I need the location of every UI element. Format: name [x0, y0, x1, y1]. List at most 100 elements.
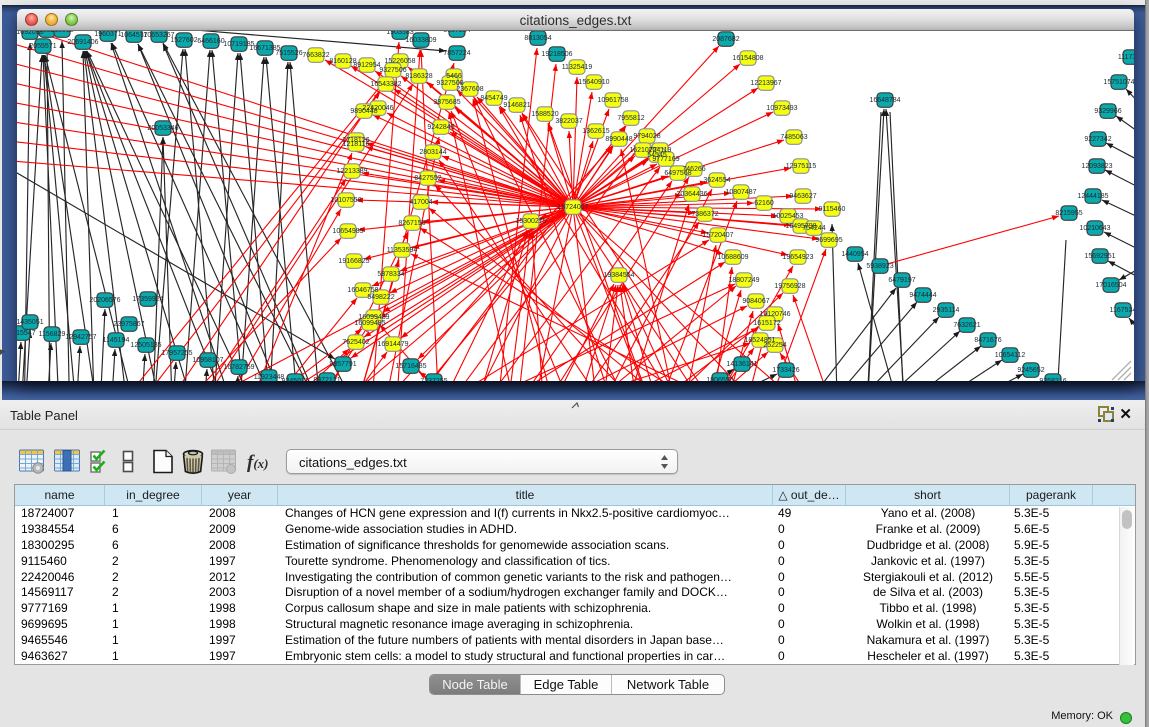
svg-text:1588520: 1588520: [531, 111, 558, 118]
svg-text:8454749: 8454749: [480, 95, 507, 102]
svg-text:10688609: 10688609: [717, 254, 748, 261]
svg-text:16099485: 16099485: [354, 320, 385, 327]
svg-text:1903583: 1903583: [386, 31, 413, 36]
svg-text:9699695: 9699695: [815, 237, 842, 244]
svg-text:7237255: 7237255: [420, 378, 447, 381]
svg-text:6497568: 6497568: [664, 170, 691, 177]
svg-text:15751074: 15751074: [1103, 79, 1134, 86]
svg-text:8912954: 8912954: [353, 62, 380, 69]
svg-text:1615172: 1615172: [753, 320, 780, 327]
svg-text:2935114: 2935114: [933, 307, 960, 314]
svg-text:9227342: 9227342: [1084, 136, 1111, 143]
svg-text:9474444: 9474444: [909, 292, 936, 299]
svg-text:10107558: 10107558: [330, 197, 361, 204]
svg-text:7632621: 7632621: [953, 322, 980, 329]
svg-text:15640910: 15640910: [578, 79, 609, 86]
svg-text:1117381: 1117381: [1118, 54, 1134, 61]
svg-text:7955812: 7955812: [617, 115, 644, 122]
svg-text:16154808: 16154808: [732, 55, 763, 62]
svg-text:2803144: 2803144: [419, 149, 446, 156]
svg-text:8215955: 8215955: [1055, 210, 1082, 217]
svg-text:20364436: 20364436: [676, 191, 707, 198]
svg-text:1960371: 1960371: [94, 31, 121, 38]
svg-text:62160: 62160: [754, 200, 774, 207]
svg-text:20053346: 20053346: [147, 125, 178, 132]
svg-text:9245011: 9245011: [282, 378, 309, 381]
svg-text:9463627: 9463627: [789, 193, 816, 200]
svg-text:16914479: 16914479: [377, 341, 408, 348]
svg-text:8972121: 8972121: [313, 377, 340, 381]
svg-text:9358216: 9358216: [1039, 378, 1066, 381]
svg-text:12942757: 12942757: [65, 334, 96, 341]
svg-text:9115460: 9115460: [819, 206, 846, 213]
svg-text:15720407: 15720407: [702, 232, 733, 239]
svg-text:252254: 252254: [763, 342, 786, 349]
svg-text:12213967: 12213967: [750, 80, 781, 87]
svg-text:8990448: 8990448: [605, 136, 632, 143]
svg-text:10958107: 10958107: [192, 357, 223, 364]
svg-text:5498222: 5498222: [367, 294, 394, 301]
svg-text:9084067: 9084067: [742, 298, 769, 305]
svg-text:15300275: 15300275: [515, 218, 546, 225]
svg-text:7485063: 7485063: [780, 134, 807, 141]
svg-text:16648784: 16648784: [869, 97, 900, 104]
svg-text:1440954: 1440954: [841, 251, 868, 258]
svg-text:9146821: 9146821: [503, 102, 530, 109]
svg-text:7386372: 7386372: [691, 211, 718, 218]
svg-text:10973493: 10973493: [766, 105, 797, 112]
svg-text:8813054: 8813054: [524, 35, 551, 42]
svg-text:2367608: 2367608: [456, 86, 483, 93]
svg-text:9794028: 9794028: [633, 133, 660, 140]
svg-text:10210643: 10210643: [1079, 225, 1110, 232]
svg-text:18724007: 18724007: [557, 204, 588, 211]
svg-text:16543382: 16543382: [370, 81, 401, 88]
svg-text:7857224: 7857224: [443, 50, 470, 57]
svg-text:9327506: 9327506: [379, 67, 406, 74]
svg-text:10654985: 10654985: [332, 228, 363, 235]
svg-text:1806556: 1806556: [706, 377, 733, 381]
svg-text:3875685: 3875685: [433, 99, 460, 106]
svg-text:3624554: 3624554: [703, 177, 730, 184]
svg-text:5938923: 5938923: [866, 263, 893, 270]
svg-text:1733426: 1733426: [772, 367, 799, 374]
svg-text:1527602: 1527602: [170, 37, 197, 44]
svg-text:10654112: 10654112: [995, 352, 1026, 359]
svg-text:19218506: 19218506: [541, 51, 572, 58]
svg-text:19384554: 19384554: [603, 272, 634, 279]
svg-text:9890448: 9890448: [350, 108, 377, 115]
svg-text:10807487: 10807487: [725, 189, 756, 196]
svg-text:5878334: 5878334: [377, 271, 404, 278]
svg-text:11325419: 11325419: [562, 64, 593, 71]
svg-text:376512: 376512: [50, 31, 73, 34]
svg-text:12213389: 12213389: [336, 168, 367, 175]
svg-text:23975867: 23975867: [113, 321, 144, 328]
svg-text:8471676: 8471676: [974, 337, 1001, 344]
svg-text:2087682: 2087682: [712, 36, 739, 43]
svg-text:9777169: 9777169: [652, 156, 679, 163]
svg-text:1167534: 1167534: [1110, 307, 1134, 314]
svg-text:18807249: 18807249: [728, 277, 759, 284]
svg-text:5857224: 5857224: [443, 31, 470, 34]
svg-text:10025453: 10025453: [772, 213, 803, 220]
svg-text:12444185: 12444185: [1077, 193, 1108, 200]
svg-text:8267150: 8267150: [398, 220, 425, 227]
svg-text:9857791: 9857791: [329, 361, 356, 368]
svg-text:6479197: 6479197: [888, 277, 915, 284]
svg-text:3822037: 3822037: [555, 118, 582, 125]
svg-text:11923448: 11923448: [254, 374, 285, 381]
svg-text:1435051: 1435051: [17, 319, 44, 326]
svg-text:1218116: 1218116: [343, 141, 370, 148]
svg-text:20691406: 20691406: [67, 39, 98, 46]
svg-text:3915547: 3915547: [17, 330, 36, 337]
svg-text:7663822: 7663822: [302, 52, 329, 59]
svg-text:6466160: 6466160: [197, 38, 224, 45]
svg-text:9329966: 9329966: [1094, 108, 1121, 115]
svg-text:15692951: 15692951: [1084, 253, 1115, 260]
svg-text:19756928: 19756928: [774, 283, 805, 290]
svg-text:1156829: 1156829: [39, 331, 66, 338]
svg-text:16033809: 16033809: [405, 37, 436, 44]
svg-text:17957255: 17957255: [161, 350, 192, 357]
svg-text:19654923: 19654923: [782, 254, 813, 261]
svg-text:20206576: 20206576: [89, 297, 120, 304]
svg-text:11353594: 11353594: [387, 247, 418, 254]
